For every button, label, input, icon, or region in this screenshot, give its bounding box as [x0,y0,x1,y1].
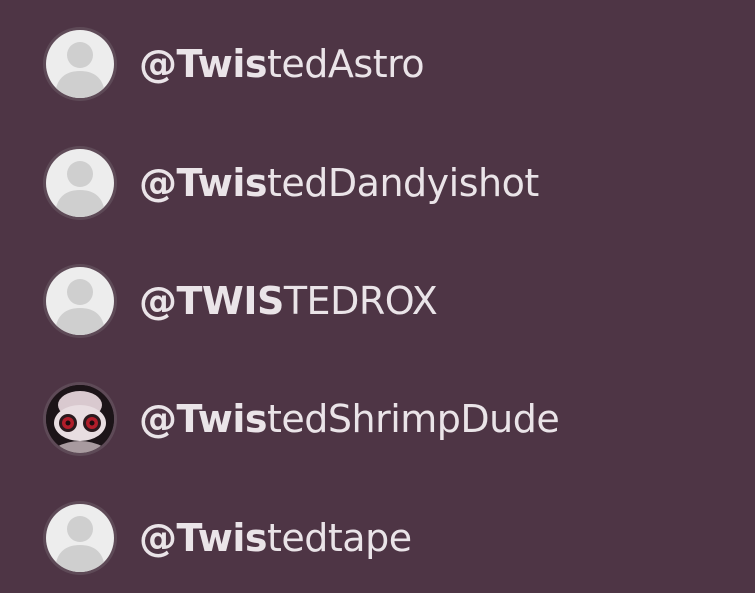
handle-match: Twis [176,397,268,441]
handle-rest: tedDandyishot [267,161,539,205]
handle-match: Twis [176,42,268,86]
handle-rest: tedShrimpDude [267,397,560,441]
handle-prefix: @ [139,279,177,323]
mention-suggestion-item[interactable]: @Twistedtape [0,483,755,593]
username-handle: @Twistedtape [139,519,412,557]
avatar [43,382,117,456]
username-handle: @TwistedAstro [139,42,425,86]
mention-suggestion-item[interactable]: @TWISTEDROX [0,246,755,356]
avatar [43,27,117,101]
handle-prefix: @ [139,397,177,441]
mention-suggestion-list: @TwistedAstro @TwistedDandyishot @TWISTE… [0,0,755,592]
mention-suggestion-item[interactable]: @TwistedAstro [0,9,755,119]
default-user-icon [46,149,114,217]
handle-match: TWIS [176,279,285,323]
default-user-icon [46,267,114,335]
handle-rest: tedtape [267,516,412,560]
default-user-icon [46,504,114,572]
username-handle: @TwistedDandyishot [139,164,539,202]
handle-rest: tedAstro [267,42,425,86]
avatar [43,501,117,575]
handle-rest: TEDROX [283,279,438,323]
default-user-icon [46,30,114,98]
handle-prefix: @ [139,42,177,86]
profile-photo-icon [46,385,114,453]
avatar [43,146,117,220]
mention-suggestion-item[interactable]: @TwistedDandyishot [0,128,755,238]
handle-prefix: @ [139,516,177,560]
username-handle: @TWISTEDROX [139,279,438,323]
avatar [43,264,117,338]
handle-match: Twis [176,161,268,205]
handle-prefix: @ [139,161,177,205]
mention-suggestion-item[interactable]: @TwistedShrimpDude [0,364,755,474]
username-handle: @TwistedShrimpDude [139,397,560,441]
handle-match: Twis [176,516,268,560]
